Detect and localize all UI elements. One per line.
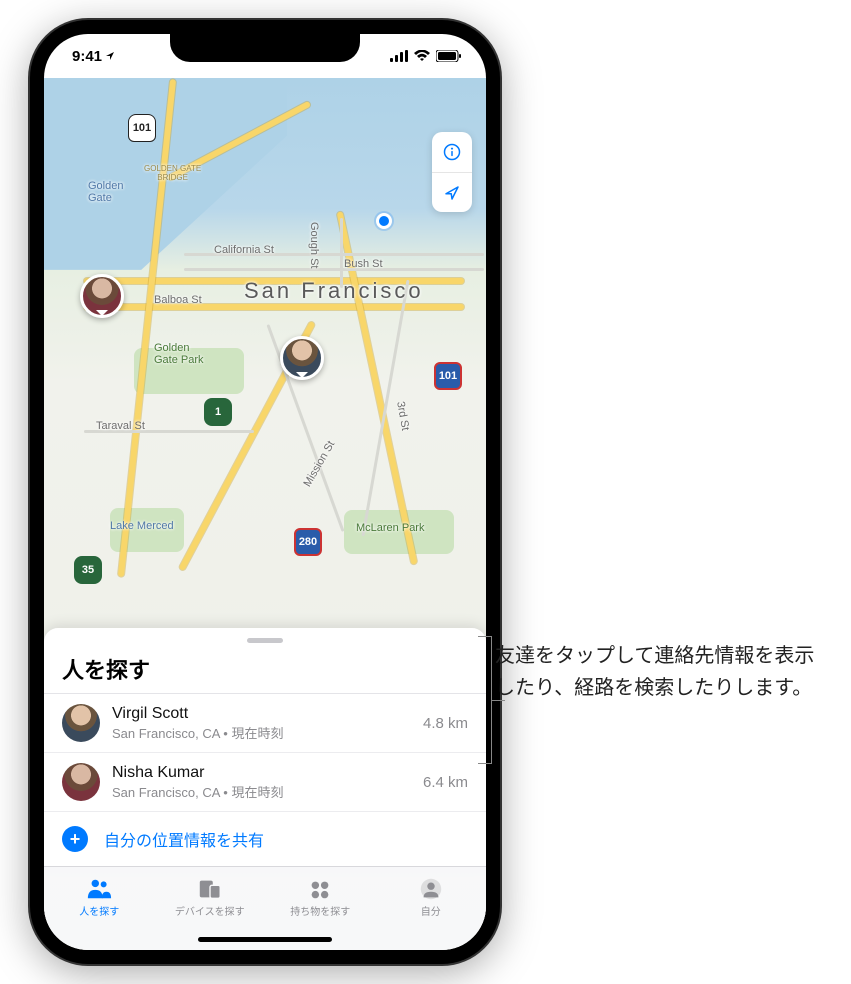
avatar xyxy=(62,763,100,801)
status-time: 9:41 xyxy=(72,48,102,65)
map-label: Golden Gate Park xyxy=(154,342,204,366)
tab-devices[interactable]: デバイスを探す xyxy=(155,867,266,928)
share-location-button[interactable]: + 自分の位置情報を共有 xyxy=(44,812,486,852)
map-label: 3rd St xyxy=(394,401,411,432)
person-sub: San Francisco, CA • 現在時刻 xyxy=(112,782,411,801)
map-label: Golden Gate xyxy=(88,180,123,204)
map-label: Bush St xyxy=(344,258,383,270)
location-services-icon xyxy=(105,51,115,61)
share-location-label: 自分の位置情報を共有 xyxy=(104,827,264,851)
map-controls xyxy=(432,132,472,212)
device-frame: 9:41 xyxy=(30,20,500,964)
person-pin-virgil[interactable] xyxy=(280,336,324,380)
tab-label: 自分 xyxy=(421,903,441,918)
route-shield: 101 xyxy=(434,362,462,390)
me-icon xyxy=(418,877,444,901)
tab-label: 持ち物を探す xyxy=(290,903,350,918)
map-road xyxy=(84,304,464,310)
tab-label: 人を探す xyxy=(79,903,119,918)
map-info-button[interactable] xyxy=(432,132,472,172)
status-right xyxy=(390,50,462,62)
sheet-title: 人を探す xyxy=(44,653,486,694)
screen: 9:41 xyxy=(44,34,486,950)
cellular-icon xyxy=(390,50,408,62)
route-shield: 35 xyxy=(74,556,102,584)
battery-icon xyxy=(436,50,462,62)
map-label: California St xyxy=(214,244,274,256)
wifi-icon xyxy=(414,50,430,62)
map-label: Balboa St xyxy=(154,294,202,306)
map-label: Mission St xyxy=(301,439,337,489)
avatar xyxy=(62,704,100,742)
tab-label: デバイスを探す xyxy=(175,903,245,918)
map-city-label: San Francisco xyxy=(244,278,424,304)
person-name: Virgil Scott xyxy=(112,705,411,723)
tab-people[interactable]: 人を探す xyxy=(44,867,155,928)
home-indicator[interactable] xyxy=(198,937,332,942)
person-distance: 4.8 km xyxy=(423,715,468,732)
tab-me[interactable]: 自分 xyxy=(376,867,487,928)
callout-bracket xyxy=(478,636,492,764)
map-label: Lake Merced xyxy=(110,520,174,532)
person-pin-nisha[interactable] xyxy=(80,274,124,318)
location-arrow-icon xyxy=(443,184,461,202)
user-location-dot xyxy=(376,213,392,229)
person-row-nisha[interactable]: Nisha Kumar San Francisco, CA • 現在時刻 6.4… xyxy=(44,753,486,812)
person-distance: 6.4 km xyxy=(423,774,468,791)
map-label: Taraval St xyxy=(96,420,145,432)
notch xyxy=(170,34,360,62)
devices-icon xyxy=(197,877,223,901)
map-label: Gough St xyxy=(308,222,320,268)
map-label: McLaren Park xyxy=(356,522,424,534)
people-sheet[interactable]: 人を探す Virgil Scott San Francisco, CA • 現在… xyxy=(44,628,486,866)
tab-items[interactable]: 持ち物を探す xyxy=(265,867,376,928)
person-row-virgil[interactable]: Virgil Scott San Francisco, CA • 現在時刻 4.… xyxy=(44,694,486,753)
person-name: Nisha Kumar xyxy=(112,764,411,782)
info-icon xyxy=(443,143,461,161)
callout-text: 友達をタップして連絡先情報を表示したり、経路を検索したりします。 xyxy=(495,640,825,704)
map-tracking-button[interactable] xyxy=(432,172,472,212)
route-shield: 1 xyxy=(204,398,232,426)
people-icon xyxy=(86,877,112,901)
items-icon xyxy=(307,877,333,901)
route-shield: 101 xyxy=(128,114,156,142)
person-sub: San Francisco, CA • 現在時刻 xyxy=(112,723,411,742)
map-road xyxy=(184,268,484,271)
plus-icon: + xyxy=(62,826,88,852)
route-shield: 280 xyxy=(294,528,322,556)
sheet-grabber[interactable] xyxy=(247,638,283,643)
map-label: GOLDEN GATE BRIDGE xyxy=(144,164,201,182)
